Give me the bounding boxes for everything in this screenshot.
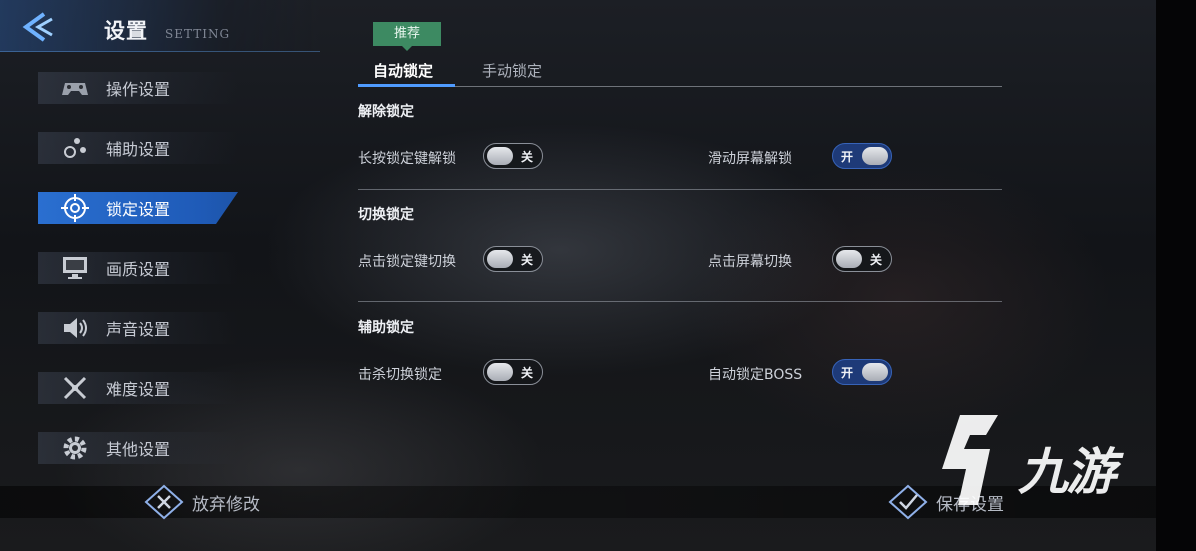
- back-arrow-icon: [22, 12, 53, 42]
- sidebar-item-other[interactable]: 其他设置: [38, 432, 238, 464]
- close-icon: [144, 484, 184, 520]
- watermark-text: 九游: [1018, 443, 1116, 501]
- toggle-knob: [487, 250, 513, 268]
- active-tab-indicator: [358, 84, 455, 87]
- sidebar-item-graphics[interactable]: 画质设置: [38, 252, 238, 284]
- dots-icon: [60, 133, 90, 163]
- sidebar-item-label: 操作设置: [106, 80, 171, 99]
- recommended-badge: 推荐: [373, 22, 441, 46]
- crossed-swords-icon: [60, 373, 90, 403]
- page-subtitle: SETTING: [165, 27, 231, 41]
- toggle-state: 关: [520, 253, 533, 267]
- toggle-state: 开: [841, 366, 854, 380]
- section-divider: [358, 301, 1002, 302]
- toggle-tap-key-switch[interactable]: 关: [483, 246, 543, 272]
- monitor-icon: [60, 253, 90, 283]
- section-divider: [358, 189, 1002, 190]
- toggle-state: 关: [520, 150, 533, 164]
- sidebar-item-label: 画质设置: [106, 260, 171, 279]
- sidebar-item-label: 其他设置: [106, 440, 171, 459]
- screen-edge: [1156, 0, 1196, 551]
- sidebar-item-sound[interactable]: 声音设置: [38, 312, 238, 344]
- toggle-auto-lock-boss[interactable]: 开: [832, 359, 892, 385]
- toggle-knob: [862, 363, 888, 381]
- header-bar: 设置 SETTING: [0, 0, 320, 52]
- tab-auto-lock[interactable]: 自动锁定: [373, 60, 433, 81]
- badge-pointer: [401, 45, 413, 51]
- discard-label: 放弃修改: [192, 494, 260, 515]
- section-title-unlock: 解除锁定: [358, 104, 414, 120]
- option-label: 点击锁定键切换: [358, 254, 456, 270]
- speaker-icon: [60, 313, 90, 343]
- toggle-kill-switch[interactable]: 关: [483, 359, 543, 385]
- toggle-tap-screen-switch[interactable]: 关: [832, 246, 892, 272]
- option-label: 点击屏幕切换: [708, 254, 792, 270]
- section-title-assist: 辅助锁定: [358, 320, 414, 336]
- option-label: 长按锁定键解锁: [358, 151, 456, 167]
- toggle-state: 关: [869, 253, 882, 267]
- crosshair-icon: [60, 193, 90, 223]
- sidebar-item-lock[interactable]: 锁定设置: [38, 192, 238, 224]
- toggle-state: 关: [520, 366, 533, 380]
- page-title: 设置: [104, 19, 148, 43]
- section-title-switch: 切换锁定: [358, 207, 414, 223]
- sidebar-item-operation[interactable]: 操作设置: [38, 72, 238, 104]
- sidebar-item-label: 锁定设置: [106, 200, 171, 219]
- toggle-knob: [487, 363, 513, 381]
- toggle-knob: [487, 147, 513, 165]
- gear-icon: [60, 433, 90, 463]
- tab-manual-lock[interactable]: 手动锁定: [482, 60, 542, 81]
- back-button[interactable]: [14, 10, 58, 44]
- gamepad-icon: [60, 73, 90, 103]
- toggle-swipe-unlock[interactable]: 开: [832, 143, 892, 169]
- sidebar-item-difficulty[interactable]: 难度设置: [38, 372, 238, 404]
- option-label: 自动锁定BOSS: [708, 367, 803, 383]
- sidebar-item-assist[interactable]: 辅助设置: [38, 132, 238, 164]
- discard-button[interactable]: 放弃修改: [144, 484, 260, 520]
- sidebar-item-label: 声音设置: [106, 320, 171, 339]
- toggle-knob: [836, 250, 862, 268]
- toggle-state: 开: [841, 150, 854, 164]
- option-label: 击杀切换锁定: [358, 367, 442, 383]
- toggle-long-press-unlock[interactable]: 关: [483, 143, 543, 169]
- toggle-knob: [862, 147, 888, 165]
- sidebar-item-label: 难度设置: [106, 380, 171, 399]
- sidebar-item-label: 辅助设置: [106, 140, 171, 159]
- option-label: 滑动屏幕解锁: [708, 151, 792, 167]
